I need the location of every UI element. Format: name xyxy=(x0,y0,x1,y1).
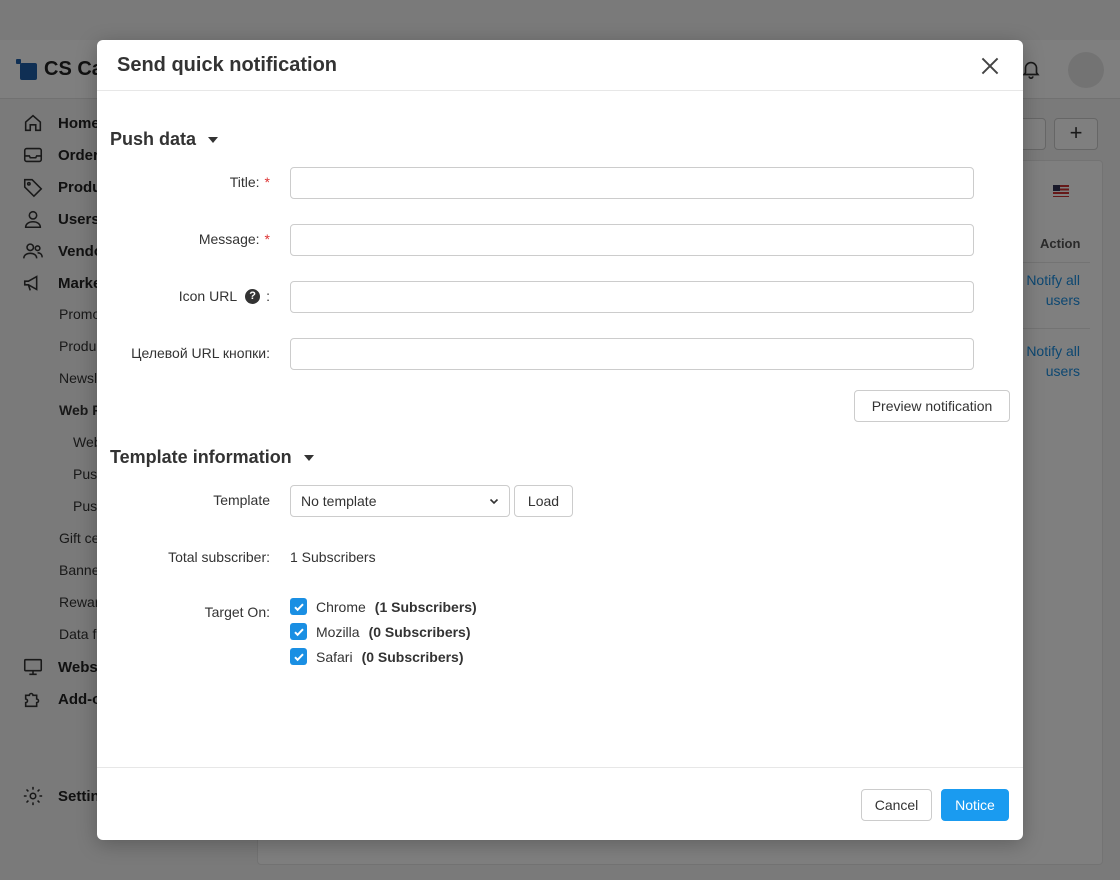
template-select[interactable]: No template xyxy=(290,485,510,517)
target-count: (0 Subscribers) xyxy=(361,648,464,665)
label-text: Message: xyxy=(198,231,260,247)
label-text: Целевой URL кнопки: xyxy=(131,345,270,361)
total-subscriber-label: Total subscriber: xyxy=(168,549,270,565)
template-label: Template xyxy=(213,492,270,508)
cancel-button[interactable]: Cancel xyxy=(861,789,932,821)
send-notification-dialog: Send quick notification Push data Title:… xyxy=(97,40,1023,840)
help-icon[interactable]: ? xyxy=(245,288,261,304)
button-url-input[interactable] xyxy=(290,338,974,370)
target-mozilla[interactable]: Mozilla (0 Subscribers) xyxy=(290,623,471,640)
template-info-section-title[interactable]: Template information xyxy=(110,447,314,468)
icon-url-input[interactable] xyxy=(290,281,974,313)
label-text: Total subscriber: xyxy=(168,549,270,565)
dialog-header: Send quick notification xyxy=(97,40,1023,91)
required-marker: * xyxy=(264,231,270,247)
target-safari[interactable]: Safari (0 Subscribers) xyxy=(290,648,464,665)
close-icon[interactable] xyxy=(977,53,1003,79)
icon-url-label: Icon URL?: xyxy=(179,288,270,304)
label-text: Title: xyxy=(229,174,260,190)
chrome-checkbox[interactable] xyxy=(290,598,307,615)
button-url-label: Целевой URL кнопки: xyxy=(131,345,270,361)
title-input[interactable] xyxy=(290,167,974,199)
section-title-text: Template information xyxy=(110,447,292,467)
target-browser: Chrome xyxy=(316,598,366,615)
label-text: Template xyxy=(213,492,270,508)
notice-button[interactable]: Notice xyxy=(941,789,1009,821)
dialog-title: Send quick notification xyxy=(117,54,338,76)
section-title-text: Push data xyxy=(110,129,197,149)
mozilla-checkbox[interactable] xyxy=(290,623,307,640)
total-subscriber-value: 1 Subscribers xyxy=(290,549,376,565)
dialog-footer: Cancel Notice xyxy=(97,767,1023,840)
label-suffix: : xyxy=(266,288,270,304)
target-count: (1 Subscribers) xyxy=(374,598,477,615)
caret-down-icon[interactable] xyxy=(303,454,314,461)
required-marker: * xyxy=(264,174,270,190)
label-text: Target On: xyxy=(204,604,270,620)
message-input[interactable] xyxy=(290,224,974,256)
target-browser: Mozilla xyxy=(316,623,360,640)
load-button[interactable]: Load xyxy=(514,485,573,517)
preview-notification-button[interactable]: Preview notification xyxy=(854,390,1010,422)
target-on-label: Target On: xyxy=(205,604,270,620)
message-label: Message: * xyxy=(199,231,270,247)
target-count: (0 Subscribers) xyxy=(368,623,471,640)
target-chrome[interactable]: Chrome (1 Subscribers) xyxy=(290,598,477,615)
safari-checkbox[interactable] xyxy=(290,648,307,665)
push-data-section-title[interactable]: Push data xyxy=(110,129,219,150)
title-label: Title: * xyxy=(230,174,270,190)
template-select-value: No template xyxy=(301,493,377,509)
caret-down-icon[interactable] xyxy=(208,136,219,143)
chevron-down-icon xyxy=(489,498,499,505)
target-browser: Safari xyxy=(316,648,353,665)
label-text: Icon URL xyxy=(178,288,238,304)
